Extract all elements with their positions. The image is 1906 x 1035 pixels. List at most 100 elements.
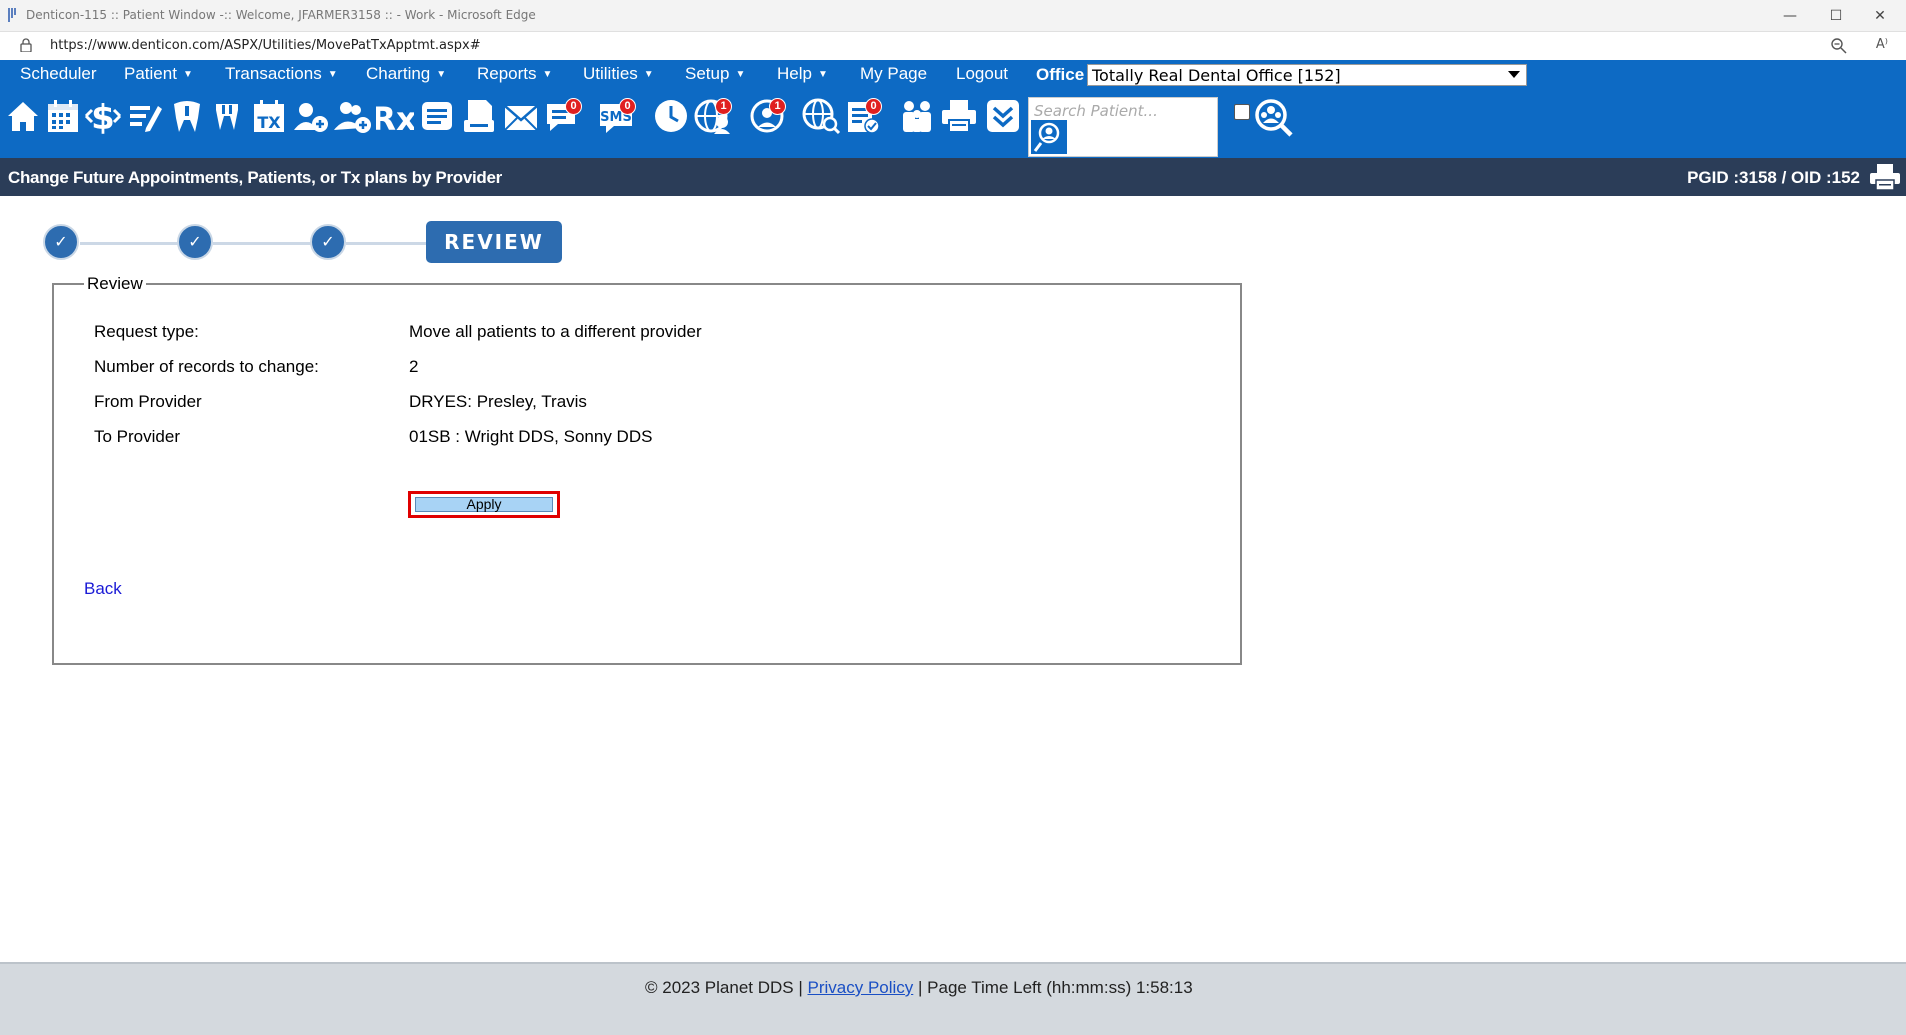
tx-icon-text: TX [257,113,281,132]
request-type-value: Move all patients to a different provide… [409,322,702,341]
office-select-value: Totally Real Dental Office [152] [1092,66,1341,85]
chevron-down-icon: ▼ [436,69,447,80]
messages-icon[interactable]: 0 [544,96,582,136]
chevron-down-icon: ▼ [182,69,193,80]
print-icon[interactable] [940,96,978,136]
window-title: Denticon-115 :: Patient Window -:: Welco… [26,8,536,22]
step-review-current: REVIEW [426,221,562,263]
forms-icon[interactable]: 0 [844,96,882,136]
tooth-icon[interactable] [168,96,206,136]
chevron-down-icon: ▼ [643,69,654,80]
dollar-icon[interactable]: $ [84,96,122,138]
menu-utilities-label: Utilities [583,64,638,83]
main-menu-bar: Scheduler Patient ▼ Transactions ▼ Chartin… [0,60,1906,92]
mail-icon[interactable] [502,96,540,136]
step-3-complete-icon: ✓ [310,224,346,260]
tx-plan-icon[interactable]: TX [250,96,288,136]
search-option-checkbox[interactable] [1234,104,1250,120]
menu-charting-label: Charting [366,64,431,83]
stepper-connector [346,242,428,245]
review-legend: Review [84,274,146,294]
menu-utilities[interactable]: Utilities ▼ [583,64,654,84]
alerts-icon[interactable]: 1 [748,96,786,136]
office-label: Office [1036,65,1085,84]
edge-favicon-icon [8,8,16,22]
collapse-down-icon[interactable] [984,96,1022,136]
alerts-badge: 1 [769,98,786,115]
stepper-connector [213,242,313,245]
sms-badge: 0 [619,98,636,115]
menu-setup-label: Setup [685,64,730,83]
window-titlebar: Denticon-115 :: Patient Window -:: Welco… [0,0,1906,32]
menu-logout[interactable]: Logout [956,64,1008,84]
icon-toolbar: $ TX Rx 0 SMS 0 1 1 0 [0,92,1906,158]
step-2-complete-icon: ✓ [177,224,213,260]
address-bar: https://www.denticon.com/ASPX/Utilities/… [0,32,1906,61]
step-1-complete-icon: ✓ [43,224,79,260]
menu-reports-label: Reports [477,64,537,83]
menu-help[interactable]: Help ▼ [777,64,828,84]
url-field[interactable]: https://www.denticon.com/ASPX/Utilities/… [50,38,481,53]
print-page-icon[interactable] [1868,162,1902,192]
copyright-text: © 2023 Planet DDS | [645,978,808,997]
menu-setup[interactable]: Setup ▼ [685,64,745,84]
calendar-icon[interactable] [44,96,82,136]
records-count-label: Number of records to change: [94,357,319,376]
menu-my-page[interactable]: My Page [860,64,927,84]
menu-reports[interactable]: Reports ▼ [477,64,552,84]
close-button[interactable]: ✕ [1862,4,1898,28]
menu-patient[interactable]: Patient ▼ [124,64,193,84]
privacy-policy-link[interactable]: Privacy Policy [807,978,913,997]
web-search-icon[interactable] [802,96,841,136]
clock-icon[interactable] [652,96,690,136]
group-search-icon[interactable] [1254,98,1294,138]
online-patients-icon[interactable]: 1 [694,96,732,136]
apply-highlight: Apply [408,491,560,518]
page-header: Change Future Appointments, Patients, or… [0,158,1906,196]
lock-icon [20,38,32,52]
messages-badge: 0 [565,98,582,115]
zoom-icon[interactable] [1830,37,1848,55]
forms-badge: 0 [865,98,882,115]
read-aloud-icon[interactable]: A⁾ [1876,37,1888,52]
family-icon[interactable] [898,96,936,136]
stepper-connector [80,242,180,245]
footer-text: © 2023 Planet DDS | Privacy Policy | Pag… [645,978,1193,998]
request-type-label: Request type: [94,322,199,341]
records-count-value: 2 [409,357,419,376]
patient-search-input[interactable]: Search Patient... [1028,97,1218,157]
back-link[interactable]: Back [84,579,122,599]
page-time-left: | Page Time Left (hh:mm:ss) 1:58:13 [913,978,1193,997]
chevron-down-icon: ▼ [542,69,553,80]
apply-button[interactable]: Apply [415,497,553,512]
notes-icon[interactable] [418,96,456,136]
menu-patient-label: Patient [124,64,177,83]
rx-icon-text: Rx [376,100,414,136]
menu-charting[interactable]: Charting ▼ [366,64,446,84]
maximize-button[interactable]: ☐ [1818,4,1854,28]
teeth-chart-icon[interactable] [208,96,246,136]
page-footer: © 2023 Planet DDS | Privacy Policy | Pag… [0,962,1906,1035]
document-icon[interactable] [460,96,498,136]
menu-transactions-label: Transactions [225,64,322,83]
from-provider-label: From Provider [94,392,202,411]
dropdown-arrow-icon [1508,71,1520,78]
add-patient-icon[interactable] [292,96,330,136]
search-placeholder: Search Patient... [1034,102,1158,120]
add-family-icon[interactable] [334,96,372,136]
sms-icon[interactable]: SMS 0 [598,96,636,136]
prescription-icon[interactable]: Rx [371,96,417,138]
office-select[interactable]: Totally Real Dental Office [152] [1087,64,1527,86]
edit-notes-icon[interactable] [126,96,164,136]
to-provider-value: 01SB : Wright DDS, Sonny DDS [409,427,653,446]
pgid-oid-label: PGID :3158 / OID :152 [1687,168,1860,187]
menu-scheduler[interactable]: Scheduler [20,64,97,84]
menu-transactions[interactable]: Transactions ▼ [225,64,338,84]
online-badge: 1 [715,98,732,115]
page-title: Change Future Appointments, Patients, or… [8,168,502,187]
patient-search-icon[interactable] [1031,120,1067,154]
chevron-down-icon: ▼ [817,69,828,80]
home-icon[interactable] [4,96,42,136]
svg-text:$: $ [91,98,115,136]
minimize-button[interactable]: — [1772,4,1808,28]
